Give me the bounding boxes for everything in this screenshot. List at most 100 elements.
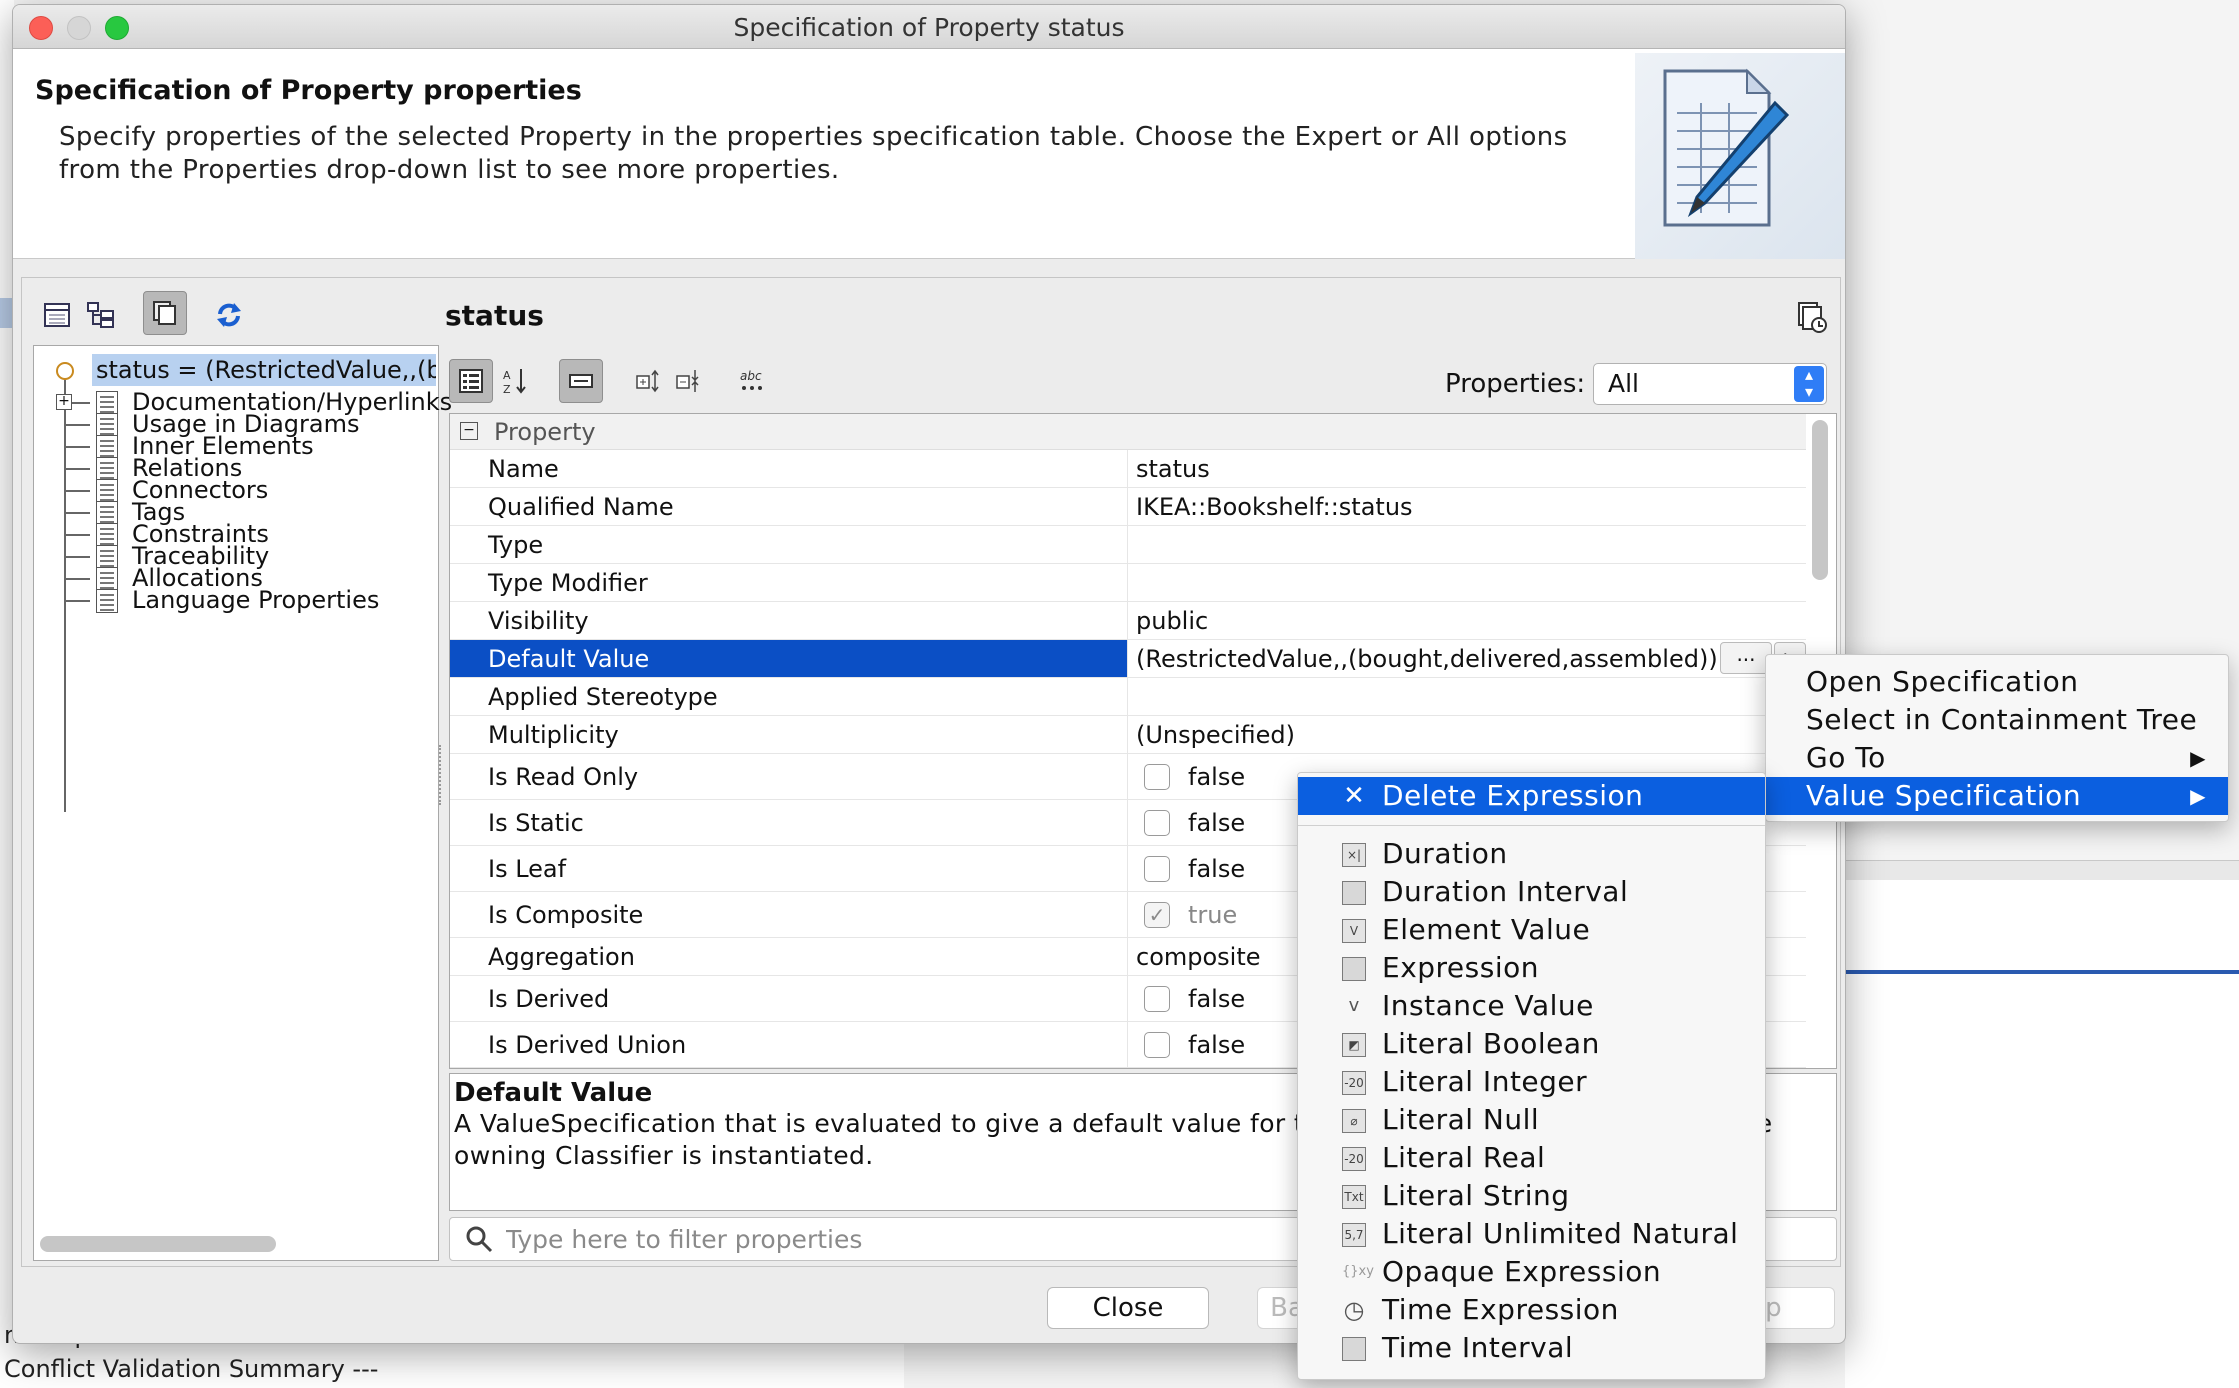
hierarchy-view-icon[interactable]	[83, 297, 119, 333]
specification-document-icon	[1635, 53, 1845, 259]
menu-item-label: Literal Integer	[1382, 1065, 1588, 1098]
spell-check-icon[interactable]: abc	[731, 359, 775, 403]
collapse-group-icon[interactable]: −	[460, 422, 478, 440]
panel-splitter[interactable]	[439, 745, 443, 805]
property-row-visibility[interactable]: Visibility public	[450, 602, 1806, 640]
property-name: Default Value	[450, 640, 1128, 677]
value-context-menu: Open Specification Select in Containment…	[1765, 654, 2229, 822]
checkbox[interactable]	[1144, 763, 1170, 790]
chevron-updown-icon: ▴ ▾	[1794, 366, 1824, 402]
menu-item-label: Literal Null	[1382, 1103, 1540, 1136]
menu-item-label: Time Interval	[1382, 1331, 1574, 1364]
svg-text:Z: Z	[503, 383, 511, 395]
copy-view-icon[interactable]	[143, 291, 187, 335]
menu-item-literal-string[interactable]: Txt Literal String	[1298, 1177, 1765, 1215]
tree-horizontal-scrollbar[interactable]	[40, 1236, 276, 1252]
menu-item-select-in-containment-tree[interactable]: Select in Containment Tree	[1766, 701, 2228, 739]
refresh-icon[interactable]	[211, 297, 247, 333]
menu-item-duration[interactable]: ×| Duration	[1298, 835, 1765, 873]
close-button[interactable]: Close	[1047, 1287, 1209, 1329]
menu-item-literal-unlimited-natural[interactable]: 5,7 Literal Unlimited Natural	[1298, 1215, 1765, 1253]
property-value: false	[1188, 854, 1246, 883]
property-value[interactable]: (Unspecified)	[1130, 716, 1806, 753]
property-name: Visibility	[450, 602, 1128, 639]
tree-root-label: status = (RestrictedValue,,(bought,deliv…	[92, 354, 436, 386]
menu-item-label: Instance Value	[1382, 989, 1594, 1022]
table-view-icon[interactable]	[39, 297, 75, 333]
tree-item-label: Language Properties	[132, 586, 380, 614]
duration-interval-icon	[1342, 881, 1366, 905]
instance-value-icon: v	[1348, 995, 1360, 1016]
value-specification-submenu: ✕ Delete Expression ×| Duration Duration…	[1297, 772, 1766, 1380]
menu-item-expression[interactable]: Expression	[1298, 949, 1765, 987]
menu-item-label: Delete Expression	[1382, 779, 1644, 812]
export-icon[interactable]	[1795, 301, 1829, 333]
header-title: Specification of Property properties	[35, 75, 582, 106]
literal-null-icon: ⌀	[1342, 1109, 1366, 1133]
menu-item-value-specification[interactable]: Value Specification ▶	[1766, 777, 2228, 815]
properties-dropdown[interactable]: All ▴ ▾	[1593, 363, 1827, 405]
search-icon	[464, 1224, 494, 1254]
menu-item-instance-value[interactable]: v Instance Value	[1298, 987, 1765, 1025]
collapse-all-icon[interactable]	[667, 359, 711, 403]
menu-item-label: Literal Unlimited Natural	[1382, 1217, 1739, 1250]
title-bar[interactable]: Specification of Property status	[13, 5, 1845, 49]
menu-separator	[1298, 825, 1765, 826]
property-row-type[interactable]: Type	[450, 526, 1806, 564]
svg-text:A: A	[503, 369, 511, 382]
menu-item-delete-expression[interactable]: ✕ Delete Expression	[1298, 777, 1765, 815]
property-value[interactable]	[1130, 564, 1806, 601]
property-value-cell[interactable]: (RestrictedValue,,(bought,delivered,asse…	[1130, 640, 1806, 677]
properties-filter-label: Properties:	[1445, 369, 1586, 399]
menu-item-label: Literal Real	[1382, 1141, 1546, 1174]
property-row-name[interactable]: Name status	[450, 450, 1806, 488]
checkbox-checked-icon: ✓	[1144, 901, 1170, 928]
checkbox[interactable]	[1144, 985, 1170, 1012]
menu-item-literal-null[interactable]: ⌀ Literal Null	[1298, 1101, 1765, 1139]
property-name: Qualified Name	[450, 488, 1128, 525]
menu-item-label: Literal String	[1382, 1179, 1570, 1212]
menu-item-literal-boolean[interactable]: ◩ Literal Boolean	[1298, 1025, 1765, 1063]
menu-item-literal-real[interactable]: -20 Literal Real	[1298, 1139, 1765, 1177]
property-name: Type	[450, 526, 1128, 563]
menu-item-literal-integer[interactable]: -20 Literal Integer	[1298, 1063, 1765, 1101]
literal-real-icon: -20	[1342, 1147, 1366, 1171]
property-group-label: Property	[494, 418, 596, 446]
menu-item-time-expression[interactable]: ◷ Time Expression	[1298, 1291, 1765, 1329]
property-value[interactable]	[1130, 678, 1806, 715]
console-line: Conflict Validation Summary ---	[4, 1355, 379, 1383]
menu-item-time-interval[interactable]: Time Interval	[1298, 1329, 1765, 1367]
property-row-default-value[interactable]: ▶ Default Value (RestrictedValue,,(bough…	[450, 640, 1806, 678]
checkbox[interactable]	[1144, 855, 1170, 882]
property-name: Is Leaf	[450, 846, 1128, 891]
tree-root-item[interactable]: status = (RestrictedValue,,(bought,deliv…	[34, 354, 438, 386]
property-name: Multiplicity	[450, 716, 1128, 753]
property-value: (RestrictedValue,,(bought,delivered,asse…	[1136, 644, 1718, 673]
menu-item-duration-interval[interactable]: Duration Interval	[1298, 873, 1765, 911]
checkbox[interactable]	[1144, 809, 1170, 836]
menu-item-opaque-expression[interactable]: {}xy Opaque Expression	[1298, 1253, 1765, 1291]
tree-item-language-properties[interactable]: Language Properties	[34, 584, 438, 616]
sort-alphabetical-icon[interactable]: AZ	[493, 359, 537, 403]
collapse-rows-icon[interactable]	[559, 359, 603, 403]
categorized-view-icon[interactable]	[449, 359, 493, 403]
property-row-multiplicity[interactable]: Multiplicity (Unspecified)	[450, 716, 1806, 754]
menu-item-element-value[interactable]: V Element Value	[1298, 911, 1765, 949]
property-value[interactable]	[1130, 526, 1806, 563]
menu-item-go-to[interactable]: Go To ▶	[1766, 739, 2228, 777]
property-group-header[interactable]: − Property	[450, 414, 1806, 450]
property-row-applied-stereotype[interactable]: Applied Stereotype	[450, 678, 1806, 716]
property-row-type-modifier[interactable]: Type Modifier	[450, 564, 1806, 602]
expand-all-icon[interactable]	[627, 359, 671, 403]
property-value: false	[1188, 984, 1246, 1013]
properties-dropdown-value: All	[1608, 369, 1639, 398]
property-value[interactable]: public	[1130, 602, 1806, 639]
menu-item-label: Duration Interval	[1382, 875, 1629, 908]
table-vertical-scrollbar[interactable]	[1812, 420, 1828, 580]
property-value[interactable]: IKEA::Bookshelf::status	[1130, 488, 1806, 525]
property-value[interactable]: status	[1130, 450, 1806, 487]
checkbox[interactable]	[1144, 1031, 1170, 1058]
property-icon	[56, 362, 74, 380]
property-row-qualified-name[interactable]: Qualified Name IKEA::Bookshelf::status	[450, 488, 1806, 526]
menu-item-open-specification[interactable]: Open Specification	[1766, 663, 2228, 701]
